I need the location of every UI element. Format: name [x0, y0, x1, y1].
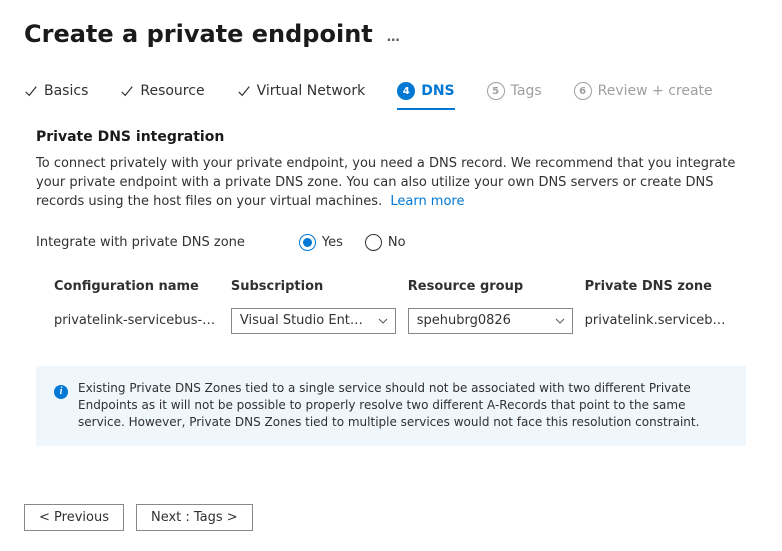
tab-tags[interactable]: 5 Tags: [487, 82, 542, 110]
page-title: Create a private endpoint: [24, 20, 373, 48]
step-number-icon: 5: [487, 82, 505, 100]
previous-button[interactable]: < Previous: [24, 504, 124, 531]
col-config-name: Configuration name: [54, 279, 219, 294]
more-actions-button[interactable]: …: [387, 24, 401, 45]
subscription-dropdown[interactable]: Visual Studio Enterpr…: [231, 308, 396, 334]
radio-circle-icon: [299, 234, 316, 251]
config-header-row: Configuration name Subscription Resource…: [54, 279, 728, 306]
cell-dns-zone: privatelink.servicebus.win…: [585, 313, 728, 328]
col-subscription: Subscription: [231, 279, 396, 294]
info-icon: i: [54, 385, 68, 399]
table-row: privatelink-servicebus-wi… Visual Studio…: [54, 306, 728, 334]
step-number-icon: 4: [397, 82, 415, 100]
wizard-tabs: Basics Resource Virtual Network 4 DNS 5 …: [24, 82, 758, 111]
radio-dot-icon: [303, 238, 312, 247]
learn-more-link[interactable]: Learn more: [390, 194, 464, 209]
section-heading: Private DNS integration: [36, 129, 746, 145]
tab-review[interactable]: 6 Review + create: [574, 82, 713, 110]
info-text: Existing Private DNS Zones tied to a sin…: [78, 380, 728, 432]
resource-group-dropdown[interactable]: spehubrg0826: [408, 308, 573, 334]
col-resource-group: Resource group: [408, 279, 573, 294]
tab-virtual-network[interactable]: Virtual Network: [237, 82, 366, 110]
tab-review-label: Review + create: [598, 83, 713, 99]
integrate-radio-group: Yes No: [299, 234, 406, 251]
chevron-down-icon: [377, 315, 389, 327]
subscription-value: Visual Studio Enterpr…: [240, 313, 371, 328]
resource-group-value: spehubrg0826: [417, 313, 511, 328]
next-button[interactable]: Next : Tags >: [136, 504, 253, 531]
cell-config-name: privatelink-servicebus-wi…: [54, 313, 219, 328]
tab-tags-label: Tags: [511, 83, 542, 99]
radio-circle-icon: [365, 234, 382, 251]
section-description: To connect privately with your private e…: [36, 155, 746, 212]
radio-no[interactable]: No: [365, 234, 406, 251]
info-icon-wrap: i: [54, 380, 68, 432]
radio-yes[interactable]: Yes: [299, 234, 343, 251]
tab-basics-label: Basics: [44, 83, 88, 99]
chevron-down-icon: [554, 315, 566, 327]
radio-no-label: No: [388, 235, 406, 250]
tab-dns[interactable]: 4 DNS: [397, 82, 454, 110]
wizard-footer: < Previous Next : Tags >: [24, 504, 758, 531]
radio-yes-label: Yes: [322, 235, 343, 250]
integrate-row: Integrate with private DNS zone Yes No: [36, 234, 746, 251]
integrate-label: Integrate with private DNS zone: [36, 235, 245, 250]
page-header: Create a private endpoint …: [24, 20, 758, 48]
tab-resource[interactable]: Resource: [120, 82, 204, 110]
tab-basics[interactable]: Basics: [24, 82, 88, 110]
step-number-icon: 6: [574, 82, 592, 100]
tab-resource-label: Resource: [140, 83, 204, 99]
dns-section: Private DNS integration To connect priva…: [24, 111, 758, 446]
col-dns-zone: Private DNS zone: [585, 279, 728, 294]
tab-dns-label: DNS: [421, 83, 454, 99]
info-callout: i Existing Private DNS Zones tied to a s…: [36, 366, 746, 446]
config-table: Configuration name Subscription Resource…: [36, 279, 746, 334]
tab-vnet-label: Virtual Network: [257, 83, 366, 99]
